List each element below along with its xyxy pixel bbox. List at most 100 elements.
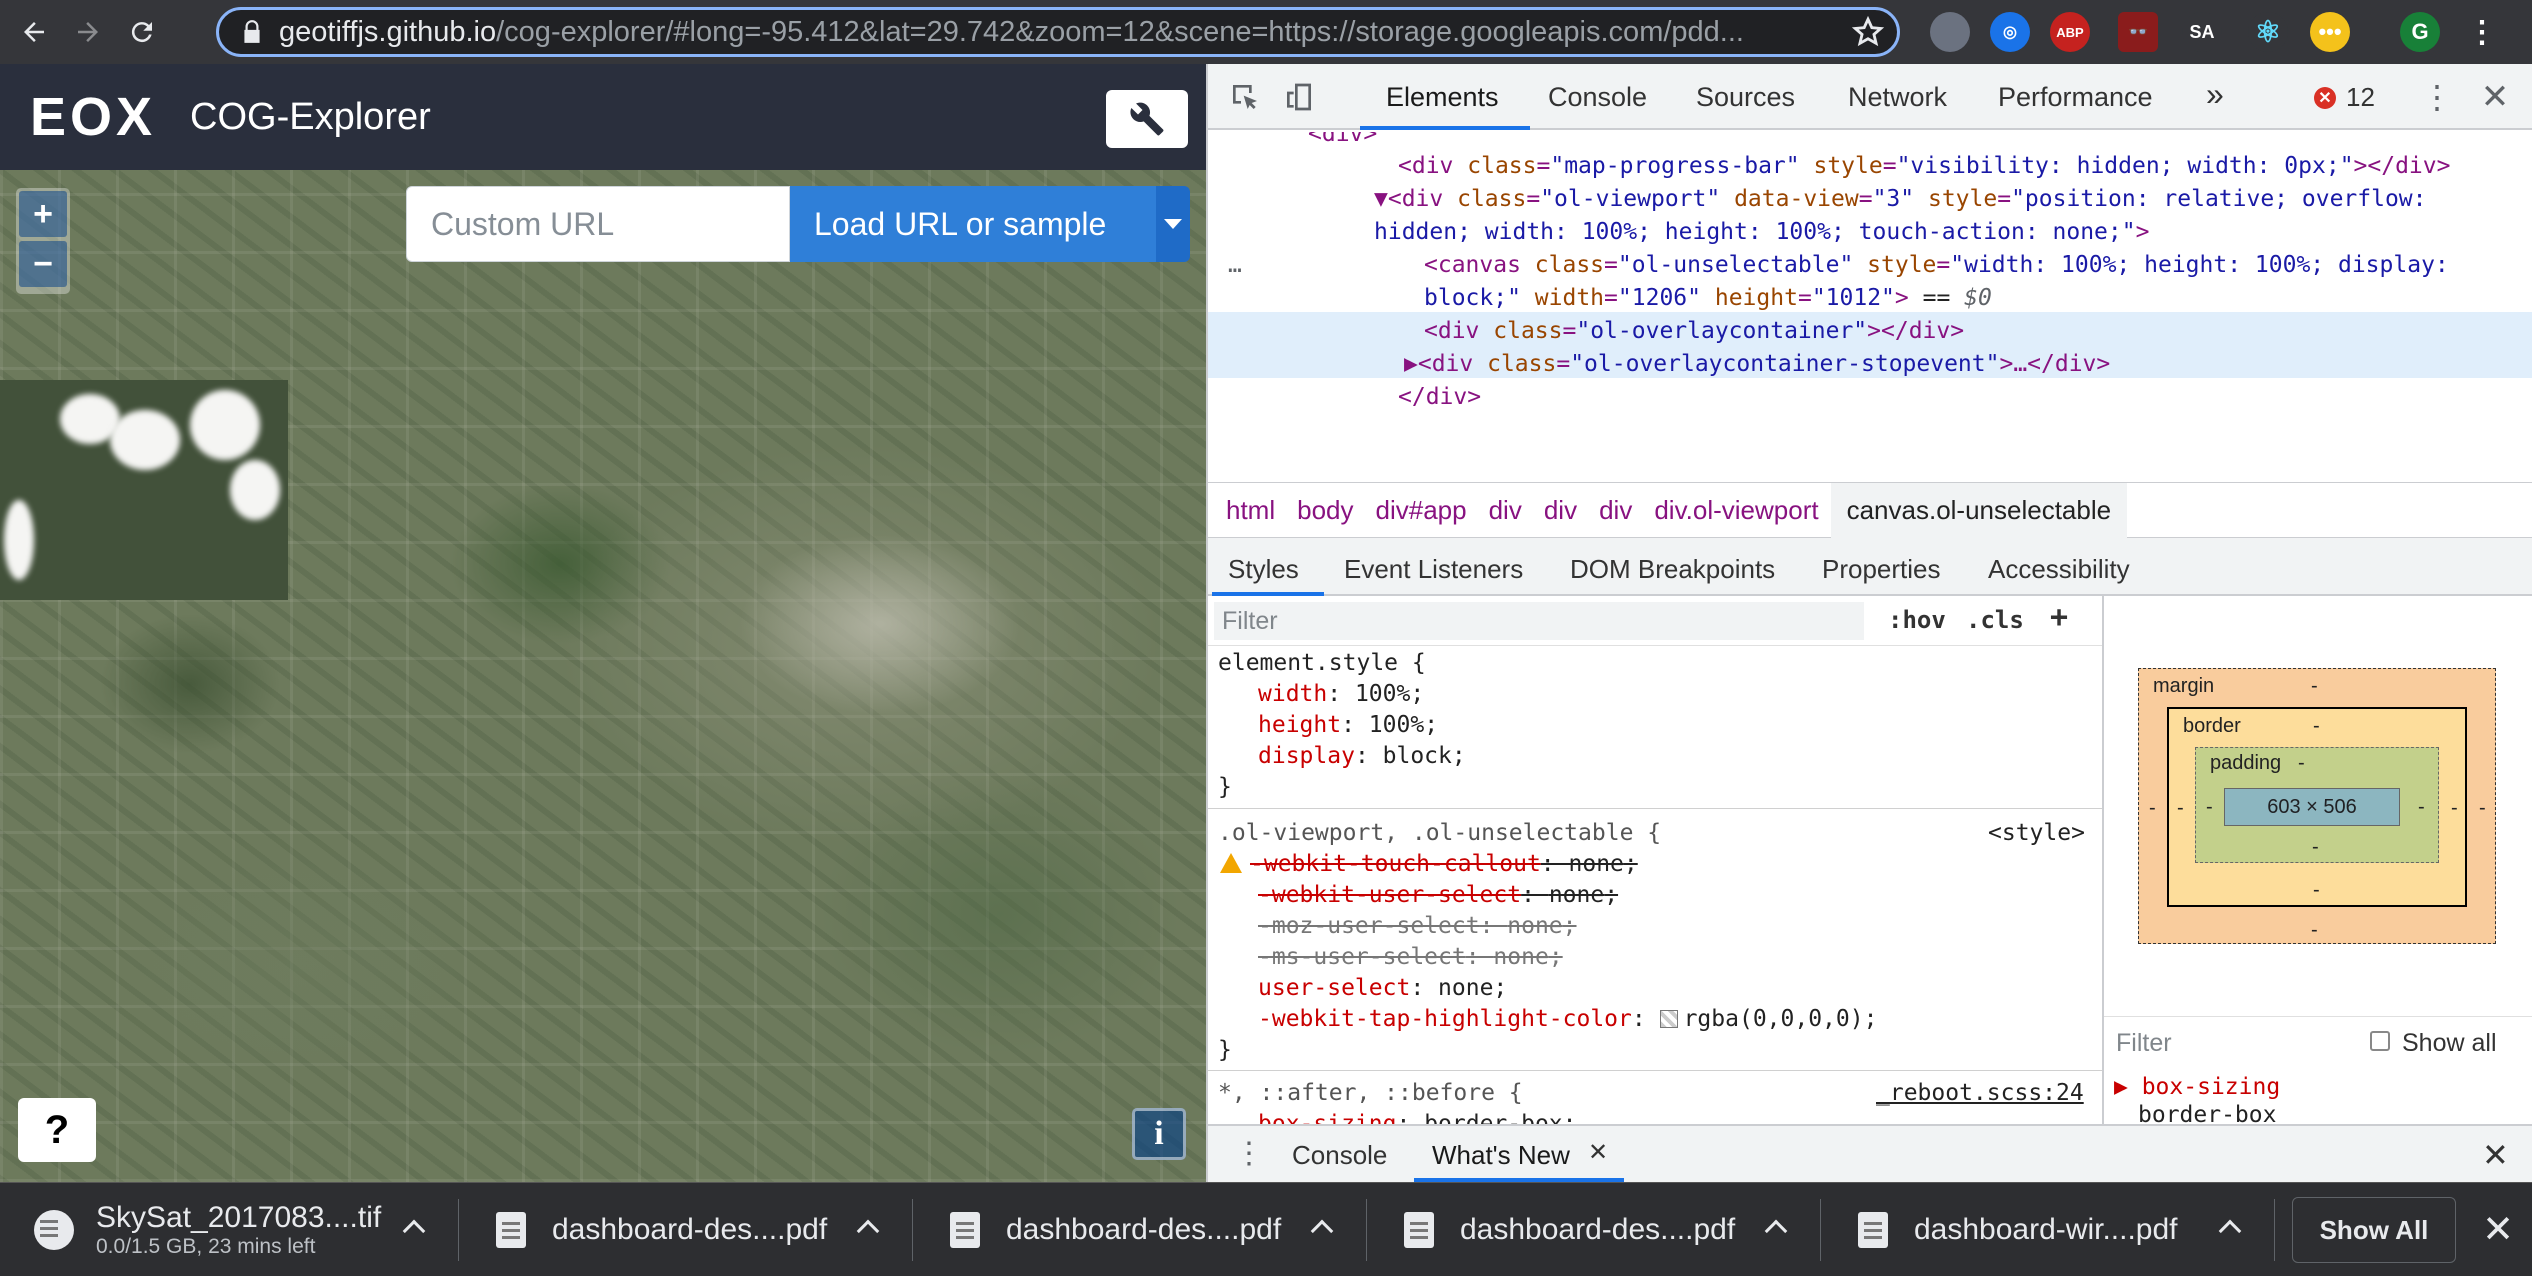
forward-icon[interactable] [68, 12, 108, 52]
load-url-button[interactable]: Load URL or sample [790, 186, 1156, 262]
extension-dots-icon[interactable]: ••• [2310, 12, 2350, 52]
zoom-in-button[interactable]: + [19, 191, 67, 237]
css-property[interactable]: height: 100%; [1258, 710, 1438, 741]
crumb-div[interactable]: div [1489, 495, 1522, 526]
adblock-icon[interactable]: ABP [2050, 12, 2090, 52]
device-toolbar-icon[interactable] [1282, 80, 1316, 114]
back-icon[interactable] [14, 12, 54, 52]
css-property[interactable]: box-sizing: border-box; [1258, 1109, 1577, 1124]
crumb-canvas[interactable]: canvas.ol-unselectable [1830, 482, 2128, 538]
computed-filter-input[interactable]: Filter [2116, 1029, 2172, 1058]
padding-bottom-value: - [2312, 836, 2319, 858]
box-model-padding[interactable]: padding - - - - 603 × 506 [2195, 747, 2439, 863]
box-model-content[interactable]: 603 × 506 [2224, 788, 2400, 826]
css-property[interactable]: width: 100%; [1258, 679, 1424, 710]
inspect-element-icon[interactable] [1228, 80, 1262, 114]
box-model-border[interactable]: border - - - - padding - - - - 603 × 506 [2167, 707, 2467, 907]
styles-filter-input[interactable]: Filter [1214, 602, 1864, 640]
css-property[interactable]: -webkit-touch-callout: none; [1220, 849, 1638, 880]
extension-compass-icon[interactable]: ◎ [1990, 12, 2030, 52]
dom-node-progress-bar[interactable]: <div class="map-progress-bar" style="vis… [1398, 150, 2450, 183]
margin-bottom-value: - [2311, 919, 2318, 941]
drawer-menu-icon[interactable]: ⋮ [1234, 1136, 1264, 1171]
css-property[interactable]: display: block; [1258, 741, 1466, 772]
crumb-div-app[interactable]: div#app [1376, 495, 1467, 526]
crumb-body[interactable]: body [1297, 495, 1353, 526]
drawer-tab-whats-new[interactable]: What's New [1432, 1140, 1570, 1171]
chevron-up-icon[interactable] [856, 1219, 880, 1243]
crumb-div[interactable]: div [1599, 495, 1632, 526]
caret-down-icon [1164, 219, 1182, 229]
sample-dropdown-toggle[interactable] [1156, 186, 1190, 262]
rule-source-link[interactable]: _reboot.scss:24 [1876, 1078, 2084, 1109]
subtab-styles[interactable]: Styles [1228, 554, 1299, 585]
drawer-tab-console[interactable]: Console [1292, 1140, 1387, 1171]
dom-node-overlaycontainer[interactable]: <div class="ol-overlaycontainer"></div> [1424, 315, 1964, 348]
download-item[interactable]: dashboard-des....pdf [950, 1183, 1281, 1276]
reload-icon[interactable] [122, 12, 162, 52]
box-model-margin[interactable]: margin - - - - border - - - - padding - … [2138, 668, 2496, 944]
tab-elements[interactable]: Elements [1386, 82, 1499, 113]
show-all-downloads-button[interactable]: Show All [2292, 1197, 2456, 1263]
crumb-ol-viewport[interactable]: div.ol-viewport [1654, 495, 1818, 526]
error-count: 12 [2346, 82, 2375, 112]
chevron-up-icon[interactable] [402, 1219, 426, 1243]
css-property[interactable]: -moz-user-select: none; [1258, 911, 1577, 942]
dom-node-viewport[interactable]: ▼<div class="ol-viewport" data-view="3" … [1374, 183, 2427, 216]
hover-state-toggle[interactable]: :hov [1888, 606, 1946, 634]
subtab-properties[interactable]: Properties [1822, 554, 1941, 585]
zoom-out-button[interactable]: − [19, 241, 67, 287]
tab-network[interactable]: Network [1848, 82, 1947, 113]
bookmark-star-icon[interactable] [1851, 15, 1885, 49]
extension-eyes-icon[interactable]: 👓 [2118, 12, 2158, 52]
error-counter[interactable]: ✕ 12 [2314, 82, 2375, 113]
download-item[interactable]: dashboard-wir....pdf [1858, 1183, 2177, 1276]
help-button[interactable]: ? [18, 1098, 96, 1162]
download-item[interactable]: dashboard-des....pdf [496, 1183, 827, 1276]
tab-console[interactable]: Console [1548, 82, 1647, 113]
css-property[interactable]: user-select: none; [1258, 973, 1507, 1004]
tab-performance[interactable]: Performance [1998, 82, 2153, 113]
chevron-up-icon[interactable] [1310, 1219, 1334, 1243]
close-drawer-icon[interactable]: ✕ [2482, 1136, 2509, 1174]
custom-url-input[interactable]: Custom URL [406, 186, 790, 262]
lock-icon [239, 19, 265, 45]
profile-avatar[interactable]: G [2400, 12, 2440, 52]
extension-sa-icon[interactable]: SA [2182, 12, 2222, 52]
dom-node-overlaycontainer-stopevent[interactable]: ▶<div class="ol-overlaycontainer-stopeve… [1404, 348, 2110, 381]
crumb-div[interactable]: div [1544, 495, 1577, 526]
info-button[interactable]: i [1132, 1108, 1186, 1160]
chevron-up-icon[interactable] [2218, 1219, 2242, 1243]
download-item[interactable]: dashboard-des....pdf [1404, 1183, 1735, 1276]
subtab-event-listeners[interactable]: Event Listeners [1344, 554, 1523, 585]
subtab-dom-breakpoints[interactable]: DOM Breakpoints [1570, 554, 1775, 585]
dom-node-canvas[interactable]: <canvas class="ol-unselectable" style="w… [1424, 249, 2449, 282]
crumb-html[interactable]: html [1226, 495, 1275, 526]
extension-circle-icon[interactable] [1930, 12, 1970, 52]
css-property[interactable]: -webkit-tap-highlight-color: rgba(0,0,0,… [1258, 1004, 1877, 1035]
pdf-file-icon [950, 1212, 980, 1248]
react-devtools-icon[interactable]: ⚛ [2248, 12, 2288, 52]
styles-pane: Filter :hov .cls + element.style { width… [1208, 596, 2102, 1124]
subtab-accessibility[interactable]: Accessibility [1988, 554, 2130, 585]
class-toggle[interactable]: .cls [1966, 606, 2024, 634]
new-rule-button[interactable]: + [2050, 600, 2068, 635]
devtools-menu-icon[interactable]: ⋮ [2420, 79, 2454, 115]
computed-property[interactable]: ▶ box-sizing [2114, 1074, 2280, 1100]
close-devtools-icon[interactable]: ✕ [2478, 78, 2512, 116]
close-tab-icon[interactable]: ✕ [1588, 1138, 1608, 1167]
css-property[interactable]: -ms-user-select: none; [1258, 942, 1563, 973]
tab-sources[interactable]: Sources [1696, 82, 1795, 113]
browser-menu-icon[interactable]: ⋮ [2462, 12, 2502, 52]
more-tabs-icon[interactable]: » [2206, 76, 2224, 113]
show-all-checkbox[interactable] [2370, 1031, 2390, 1051]
close-downloads-icon[interactable]: ✕ [2478, 1209, 2518, 1251]
rule-divider [1208, 808, 2102, 809]
css-property[interactable]: -webkit-user-select: none; [1258, 880, 1618, 911]
chevron-up-icon[interactable] [1764, 1219, 1788, 1243]
address-bar[interactable]: geotiffjs.github.io/cog-explorer/#long=-… [216, 7, 1900, 57]
download-item[interactable]: SkySat_2017083....tif 0.0/1.5 GB, 23 min… [34, 1183, 381, 1276]
color-swatch[interactable] [1659, 1010, 1678, 1028]
wrench-icon[interactable] [1106, 90, 1188, 148]
rule-source-link[interactable]: <style> [1988, 818, 2085, 849]
